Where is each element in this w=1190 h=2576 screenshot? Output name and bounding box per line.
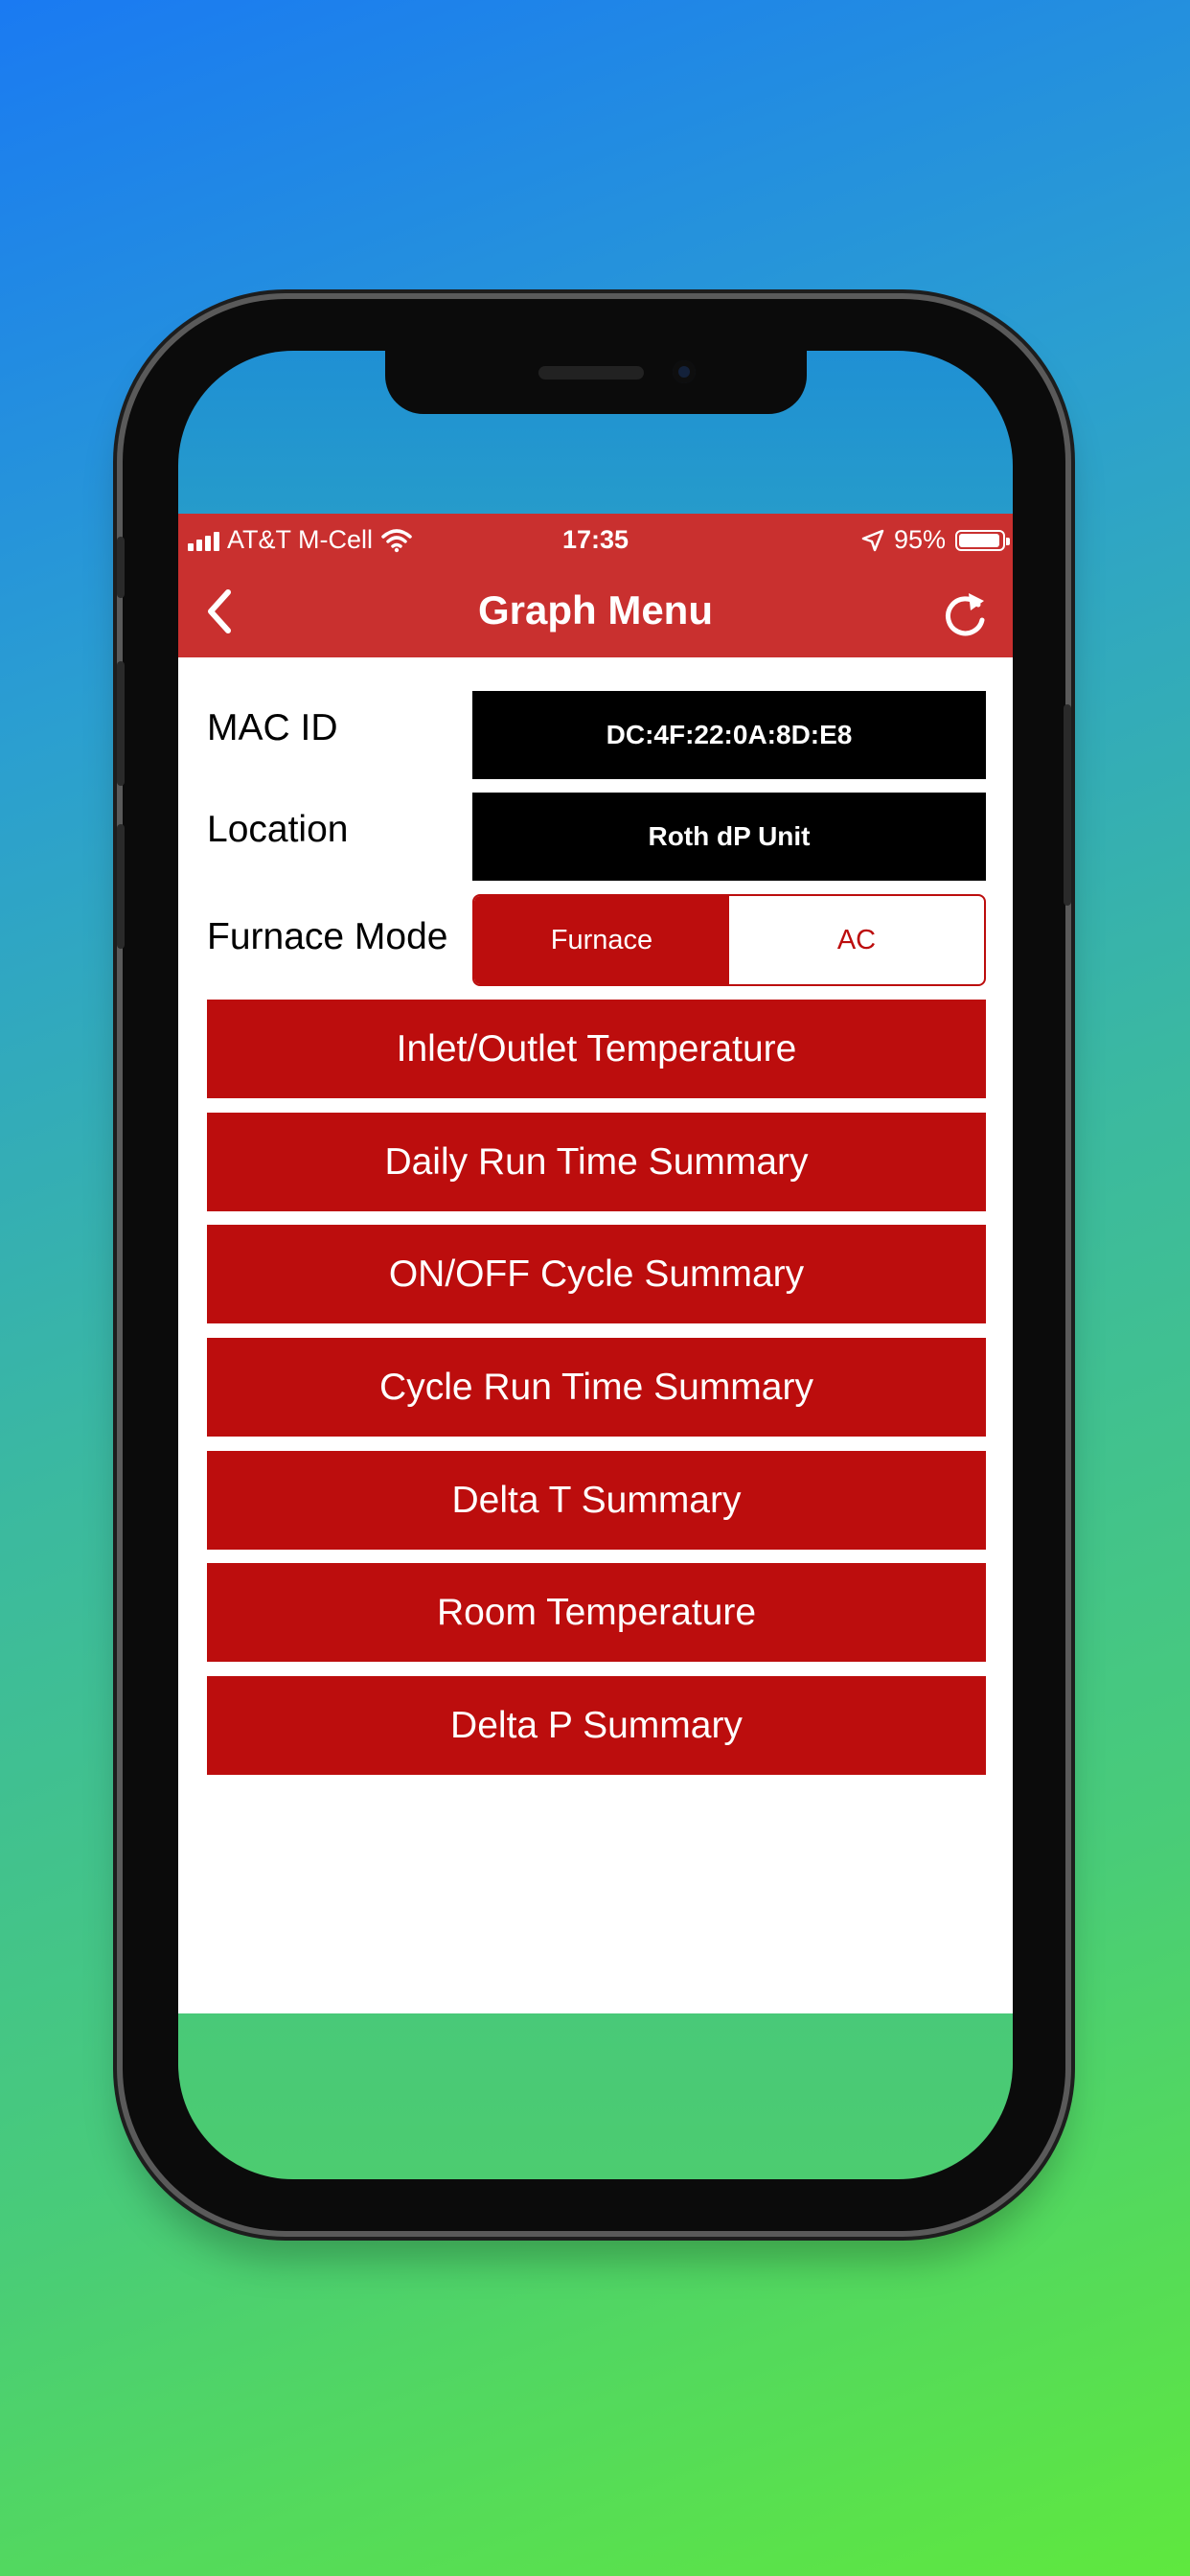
mac-id-label: MAC ID bbox=[207, 707, 338, 748]
on-off-cycle-summary-button[interactable]: ON/OFF Cycle Summary bbox=[207, 1225, 986, 1323]
furnace-mode-label: Furnace Mode bbox=[207, 916, 448, 957]
cycle-run-time-summary-button[interactable]: Cycle Run Time Summary bbox=[207, 1338, 986, 1437]
speaker bbox=[538, 366, 644, 380]
location-arrow-icon bbox=[861, 529, 884, 552]
navigation-bar: Graph Menu bbox=[178, 564, 1013, 657]
power-button bbox=[1064, 704, 1071, 906]
furnace-mode-segmented-control: Furnace AC bbox=[472, 894, 986, 986]
front-camera bbox=[673, 360, 696, 383]
delta-t-summary-button[interactable]: Delta T Summary bbox=[207, 1451, 986, 1550]
battery-icon bbox=[955, 529, 1010, 551]
volume-up-button bbox=[117, 661, 125, 786]
back-button[interactable] bbox=[190, 585, 247, 638]
inlet-outlet-temperature-button[interactable]: Inlet/Outlet Temperature bbox=[207, 1000, 986, 1098]
phone-screen: AT&T M-Cell 17:35 95% Graph Menu MAC ID … bbox=[178, 351, 1013, 2179]
mute-switch bbox=[117, 537, 125, 598]
refresh-icon bbox=[946, 593, 985, 636]
room-temperature-button[interactable]: Room Temperature bbox=[207, 1563, 986, 1662]
location-label: Location bbox=[207, 809, 349, 850]
refresh-button[interactable] bbox=[936, 585, 994, 642]
page-title: Graph Menu bbox=[477, 587, 713, 632]
app-window: AT&T M-Cell 17:35 95% Graph Menu MAC ID … bbox=[178, 514, 1013, 2013]
notch bbox=[385, 351, 807, 414]
delta-p-summary-button[interactable]: Delta P Summary bbox=[207, 1676, 986, 1775]
chevron-left-icon bbox=[208, 589, 231, 633]
location-field: Roth dP Unit bbox=[472, 793, 986, 881]
battery-percent: 95% bbox=[893, 525, 946, 554]
segment-furnace[interactable]: Furnace bbox=[474, 896, 729, 984]
mac-id-field: DC:4F:22:0A:8D:E8 bbox=[472, 691, 986, 779]
segment-ac[interactable]: AC bbox=[729, 896, 984, 984]
status-bar: AT&T M-Cell 17:35 95% bbox=[178, 514, 1013, 564]
daily-run-time-summary-button[interactable]: Daily Run Time Summary bbox=[207, 1113, 986, 1211]
volume-down-button bbox=[117, 824, 125, 949]
